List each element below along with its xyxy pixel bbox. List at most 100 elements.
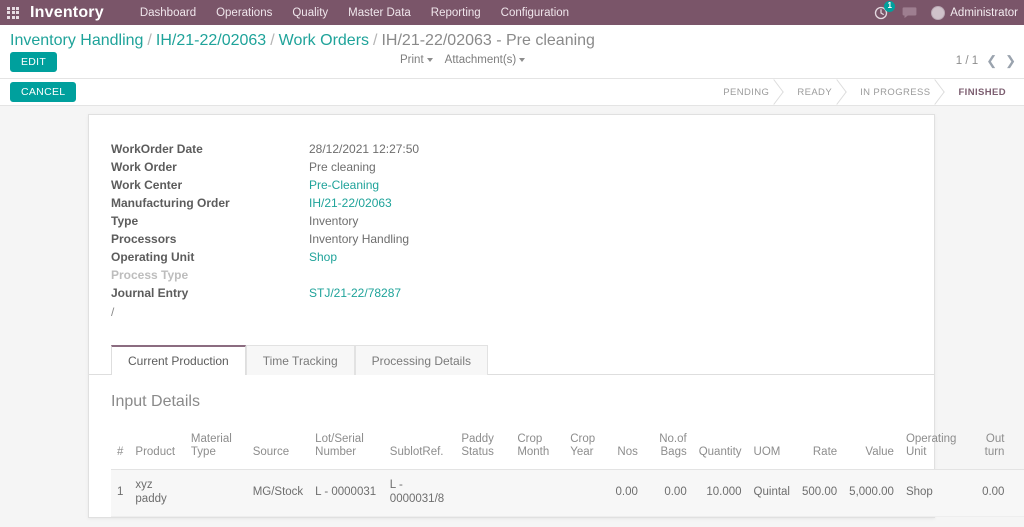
input-details-table: # Product Material Type Source Lot/Seria…: [111, 429, 1024, 518]
field-value-journal-entry: STJ/21-22/78287: [309, 284, 419, 302]
user-menu[interactable]: Administrator: [931, 5, 1018, 20]
cell-product: xyz paddy: [129, 469, 185, 518]
col-header-sublot-ref: SublotRef.: [383, 429, 456, 471]
menu-item-quality[interactable]: Quality: [282, 2, 338, 24]
action-button-row: EDIT Print Attachment(s) 1 / 1 ❮ ❯: [0, 52, 1024, 78]
col-header-operating-unit: Operating Unit: [899, 429, 970, 471]
cell-sublot-ref: L - 0000031/8: [383, 469, 456, 518]
input-details-scroll[interactable]: # Product Material Type Source Lot/Seria…: [101, 429, 1024, 518]
col-header-quantity: Quantity: [692, 429, 748, 471]
col-header-purchase-chaff: Purchase Chaff: [1010, 429, 1024, 471]
field-value-type: Inventory: [309, 214, 359, 228]
cell-operating-unit: Shop: [899, 469, 970, 518]
field-row-type: Type Inventory: [111, 212, 419, 230]
menu-item-reporting[interactable]: Reporting: [421, 2, 491, 24]
edit-button[interactable]: EDIT: [10, 52, 58, 72]
col-header-source: Source: [246, 429, 310, 471]
cell-uom: Quintal: [747, 469, 796, 518]
cell-quantity: 10.000: [692, 469, 748, 518]
cell-lot-serial-number: L - 0000031: [309, 469, 384, 518]
cell-no-of-bags: 0.00: [643, 469, 693, 518]
cell-rate: 500.00: [795, 469, 844, 518]
field-row-journal-entry: Journal Entry STJ/21-22/78287: [111, 284, 419, 302]
col-header-out-turn: Out turn: [969, 429, 1011, 471]
tab-time-tracking[interactable]: Time Tracking: [245, 345, 355, 375]
menu-item-operations[interactable]: Operations: [206, 2, 282, 24]
attachments-dropdown[interactable]: Attachment(s): [445, 54, 526, 66]
main-menu: Dashboard Operations Quality Master Data…: [130, 2, 579, 24]
breadcrumb: Inventory Handling / IH/21-22/02063/Work O…: [10, 32, 595, 50]
pager: 1 / 1 ❮ ❯: [956, 54, 1016, 67]
breadcrumb-separator: /: [373, 32, 378, 49]
table-header-row: # Product Material Type Source Lot/Seria…: [111, 429, 1024, 471]
field-value-manufacturing-order: IH/21-22/02063: [309, 194, 419, 212]
cell-out-turn: 0.00: [969, 469, 1011, 518]
chat-bubble-icon[interactable]: [902, 6, 917, 19]
breadcrumb-current: IH/21-22/02063 - Pre cleaning: [381, 32, 595, 49]
cancel-button[interactable]: CANCEL: [10, 82, 77, 102]
field-row-work-center: Work Center Pre-Cleaning: [111, 176, 419, 194]
table-row[interactable]: 1 xyz paddy MG/Stock L - 0000031 L - 000…: [111, 469, 1024, 518]
field-label-journal-entry: Journal Entry: [111, 286, 189, 300]
section-title-input-details: Input Details: [111, 393, 200, 410]
work-center-link[interactable]: Pre-Cleaning: [309, 178, 379, 192]
breadcrumb-separator: /: [270, 32, 275, 49]
cell-index: 1: [111, 469, 130, 518]
attachments-label: Attachment(s): [444, 54, 517, 66]
col-header-uom: UOM: [747, 429, 796, 471]
field-row-manufacturing-order: Manufacturing Order IH/21-22/02063: [111, 194, 419, 212]
activity-clock-icon[interactable]: 1: [874, 0, 896, 20]
operating-unit-link[interactable]: Shop: [309, 250, 337, 264]
record-toolbar: Print Attachment(s): [400, 54, 526, 66]
navbar-right-tools: 1 Administrator: [874, 0, 1018, 25]
chevron-right-icon[interactable]: ❯: [1005, 54, 1016, 67]
status-stage-pending[interactable]: PENDING: [707, 79, 781, 105]
tab-processing-details[interactable]: Processing Details: [354, 345, 488, 375]
field-value-processors: Inventory Handling: [309, 232, 410, 246]
breadcrumb-row: Inventory Handling / IH/21-22/02063/Work O…: [0, 25, 1024, 52]
apps-grid-icon[interactable]: [0, 0, 26, 25]
tab-panel-current-production: Input Details # Product Material Type So…: [89, 375, 1024, 518]
menu-item-master-data[interactable]: Master Data: [338, 2, 421, 24]
field-row-processors: Processors Inventory Handling: [111, 230, 419, 248]
breadcrumb-item-work-orders[interactable]: Work Orders: [279, 32, 369, 49]
breadcrumb-item-order[interactable]: IH/21-22/02063: [156, 32, 266, 49]
field-value-process-type: [309, 266, 419, 284]
avatar: [931, 5, 946, 20]
chevron-left-icon[interactable]: ❮: [986, 54, 997, 67]
col-header-crop-year: Crop Year: [564, 429, 610, 471]
menu-item-configuration[interactable]: Configuration: [491, 2, 579, 24]
statusbar: PENDING READY IN PROGRESS FINISHED: [707, 79, 1018, 105]
field-label-processors: Processors: [111, 232, 177, 246]
cell-paddy-status: [455, 469, 512, 518]
field-row-work-order: Work Order Pre cleaning: [111, 158, 419, 176]
form-fields-table: WorkOrder Date 28/12/2021 12:27:50 Work …: [111, 140, 419, 302]
field-row-operating-unit: Operating Unit Shop: [111, 248, 419, 266]
status-stage-ready[interactable]: READY: [781, 79, 844, 105]
cell-nos: 0.00: [609, 469, 644, 518]
breadcrumb-separator: /: [147, 32, 152, 49]
field-value-workorder-date: 28/12/2021 12:27:50: [309, 142, 420, 156]
field-label-process-type: Process Type: [111, 268, 189, 282]
col-header-value: Value: [843, 429, 900, 471]
cell-crop-year: [564, 469, 610, 518]
form-trailing-text: /: [111, 305, 115, 319]
field-value-work-order: Pre cleaning: [309, 160, 376, 174]
breadcrumb-item-inventory-handling[interactable]: Inventory Handling: [10, 32, 143, 49]
user-name-label: Administrator: [950, 6, 1018, 19]
status-stage-finished[interactable]: FINISHED: [942, 79, 1018, 105]
tab-current-production[interactable]: Current Production: [111, 345, 246, 375]
print-dropdown[interactable]: Print: [400, 54, 433, 66]
field-label-workorder-date: WorkOrder Date: [111, 142, 203, 156]
col-header-nos: Nos: [609, 429, 644, 471]
notebook-tabs: Current Production Time Tracking Process…: [89, 345, 934, 375]
journal-entry-link[interactable]: STJ/21-22/78287: [309, 286, 401, 300]
manufacturing-order-link[interactable]: IH/21-22/02063: [309, 196, 392, 210]
col-header-product: Product: [129, 429, 185, 471]
menu-item-dashboard[interactable]: Dashboard: [130, 2, 206, 24]
col-header-no-of-bags: No.of Bags: [643, 429, 693, 471]
col-header-crop-month: Crop Month: [511, 429, 565, 471]
field-row-process-type: Process Type: [111, 266, 419, 284]
status-stage-in-progress[interactable]: IN PROGRESS: [844, 79, 942, 105]
top-navbar: Inventory Dashboard Operations Quality M…: [0, 0, 1024, 25]
